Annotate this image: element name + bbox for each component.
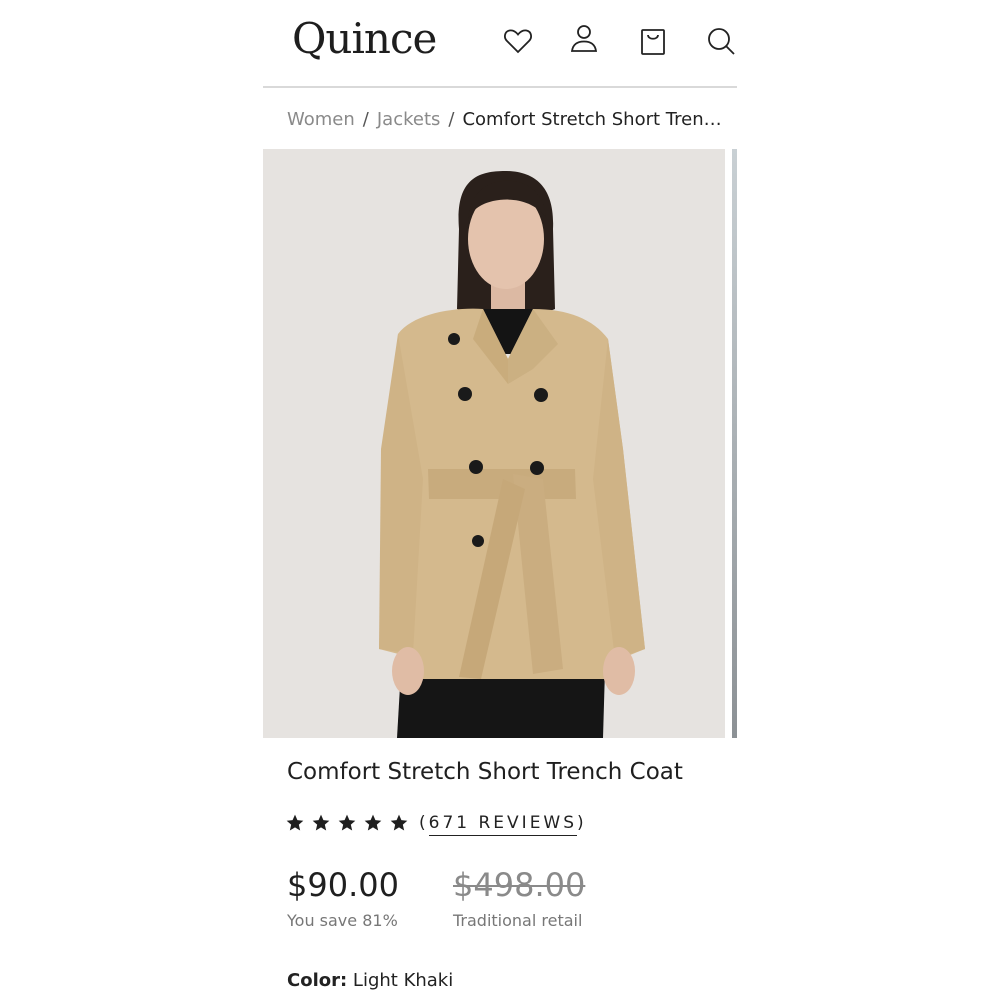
brand-logo[interactable]: Quince [292,14,437,63]
color-selection: Color: Light Khaki [287,970,453,991]
rating-row: (671 REVIEWS) [285,808,587,838]
color-value: Light Khaki [352,970,454,991]
breadcrumb-jackets[interactable]: Jackets [377,109,441,130]
product-title: Comfort Stretch Short Trench Coat [287,759,683,785]
heart-icon[interactable] [501,24,535,58]
reviews-close-paren: ) [577,813,587,833]
sale-price: $90.00 [287,866,399,904]
breadcrumb-separator: / [448,108,455,130]
color-label: Color: [287,970,348,991]
star-icon [312,814,330,831]
retail-price: $498.00 [453,866,586,904]
savings-text: You save 81% [287,911,398,930]
product-page: Quince Women / Jackets / Comfort Stretch… [0,0,1000,1000]
breadcrumb-current: Comfort Stretch Short Trench Coat [462,108,727,130]
site-header: Quince [263,0,737,88]
breadcrumb-separator: / [362,108,369,130]
reviews-open-paren: ( [419,813,429,833]
star-icon [338,814,356,831]
next-image-preview[interactable] [732,149,737,738]
reviews-count[interactable]: 671 REVIEWS [428,813,578,836]
star-icon [286,814,304,831]
star-icon [390,814,408,831]
retail-label: Traditional retail [453,911,583,930]
breadcrumb-women[interactable]: Women [287,109,355,130]
breadcrumb: Women / Jackets / Comfort Stretch Short … [287,106,727,132]
reviews-link[interactable]: (671 REVIEWS) [419,813,587,836]
search-icon[interactable] [704,24,738,58]
star-icon [364,814,382,831]
product-image[interactable] [263,149,725,738]
account-icon[interactable] [567,22,601,56]
bag-icon[interactable] [636,24,670,58]
